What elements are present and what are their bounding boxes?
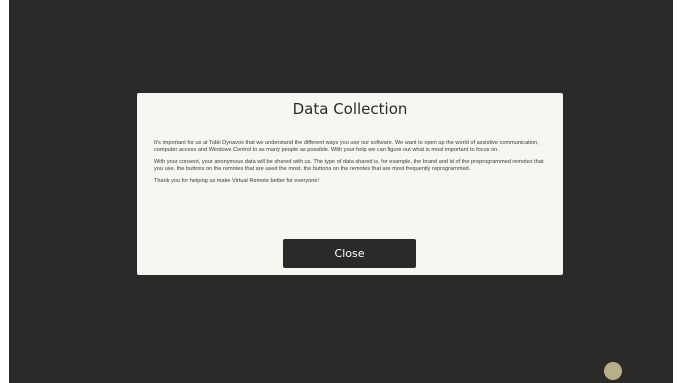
close-button[interactable]: Close bbox=[283, 239, 416, 268]
circle-indicator-icon bbox=[604, 362, 622, 380]
data-collection-dialog: Data Collection It's important for us at… bbox=[137, 93, 563, 275]
dialog-body: It's important for us at Tobii Dynavox t… bbox=[154, 140, 546, 185]
dialog-paragraph-thanks: Thank you for helping us make Virtual Re… bbox=[154, 178, 319, 185]
dialog-title: Data Collection bbox=[292, 100, 408, 118]
app-window: Data Collection It's important for us at… bbox=[9, 0, 673, 383]
dialog-paragraph-intro: It's important for us at Tobii Dynavox t… bbox=[154, 140, 539, 153]
dialog-paragraph-consent: With your consent, your anonymous data w… bbox=[154, 159, 544, 172]
